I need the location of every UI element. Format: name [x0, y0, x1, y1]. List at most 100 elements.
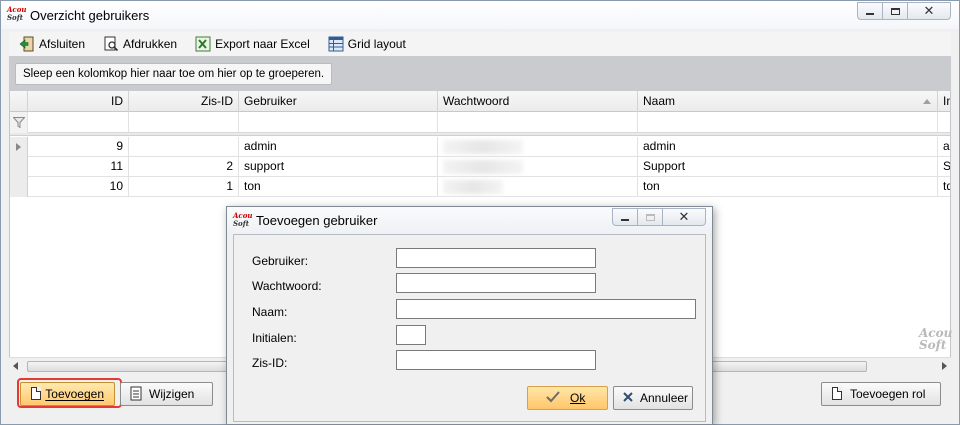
maximize-icon	[645, 213, 655, 221]
initialen-input[interactable]	[396, 325, 426, 345]
cell-naam: ton	[638, 177, 938, 197]
acousoft-watermark-logo: Acou Soft	[919, 326, 953, 352]
cancel-x-icon	[622, 391, 634, 406]
dialog-logo: Acou Soft	[233, 211, 253, 228]
restore-icon	[890, 7, 900, 15]
column-header-initialen[interactable]: In	[938, 91, 950, 112]
add-user-button[interactable]: Toevoegen	[20, 382, 115, 406]
add-role-label: Toevoegen rol	[850, 387, 926, 401]
export-excel-button[interactable]: Export naar Excel	[195, 36, 310, 52]
cell-gebruiker: ton	[239, 177, 438, 197]
new-document-icon	[29, 386, 41, 402]
cell-gebruiker: support	[239, 157, 438, 177]
column-header-wachtwoord[interactable]: Wachtwoord	[438, 91, 638, 112]
excel-icon	[195, 36, 211, 52]
cell-initialen: td	[943, 179, 950, 193]
cell-naam: admin	[638, 137, 938, 157]
cell-id: 10	[28, 177, 129, 197]
new-document-icon	[830, 386, 844, 402]
scroll-right-icon[interactable]	[942, 362, 947, 370]
add-user-label: Toevoegen	[45, 387, 104, 401]
close-icon: ✕	[923, 3, 935, 18]
cell-gebruiker: admin	[239, 137, 438, 157]
ok-button[interactable]: Ok	[527, 386, 608, 410]
table-row[interactable]: 9 admin admin ad	[10, 137, 950, 157]
cell-zis-id: 2	[129, 157, 239, 177]
exit-door-icon	[19, 36, 35, 52]
cell-zis-id	[129, 137, 239, 157]
naam-label: Naam:	[252, 305, 288, 319]
cell-zis-id: 1	[129, 177, 239, 197]
exit-button[interactable]: Afsluiten	[19, 36, 85, 52]
cancel-label: Annuleer	[640, 391, 689, 405]
grid-header: ID Zis-ID Gebruiker Wachtwoord Naam In	[10, 91, 950, 112]
row-indicator	[10, 137, 28, 157]
sort-ascending-icon	[923, 99, 931, 104]
group-by-panel[interactable]: Sleep een kolomkop hier naar toe om hier…	[9, 56, 951, 91]
gebruiker-input[interactable]	[396, 248, 596, 268]
exit-label: Afsluiten	[39, 37, 86, 51]
zis-id-input[interactable]	[396, 350, 596, 370]
gebruiker-label: Gebruiker:	[252, 254, 309, 268]
checkmark-icon	[546, 390, 560, 406]
grid-layout-button[interactable]: Grid layout	[328, 36, 406, 52]
filter-row	[10, 112, 950, 133]
table-row[interactable]: 10 1 ton ton td	[10, 177, 950, 197]
wachtwoord-input[interactable]	[396, 273, 596, 293]
wachtwoord-label: Wachtwoord:	[252, 279, 322, 293]
table-row[interactable]: 11 2 support Support SD	[10, 157, 950, 177]
cell-id: 9	[28, 137, 129, 157]
edit-user-label: Wijzigen	[149, 387, 195, 401]
initialen-label: Initialen:	[252, 331, 297, 345]
add-role-button[interactable]: Toevoegen rol	[821, 382, 941, 406]
column-header-naam-label: Naam	[643, 94, 676, 108]
filter-cell-wachtwoord[interactable]	[438, 112, 638, 133]
minimize-icon	[621, 219, 629, 221]
cell-wachtwoord-redacted	[438, 177, 638, 197]
close-icon: ✕	[678, 209, 690, 224]
filter-cell-indicator	[10, 112, 28, 133]
cell-wachtwoord-redacted	[438, 157, 638, 177]
export-excel-label: Export naar Excel	[215, 37, 310, 51]
redacted-password	[443, 140, 523, 154]
cell-id: 11	[28, 157, 129, 177]
minimize-button[interactable]	[857, 2, 883, 20]
print-button[interactable]: Afdrukken	[103, 36, 177, 52]
dialog-title-bar: Acou Soft Toevoegen gebruiker ✕	[227, 207, 712, 234]
print-label: Afdrukken	[123, 37, 178, 51]
dialog-maximize-button[interactable]	[637, 208, 663, 226]
column-header-naam[interactable]: Naam	[638, 91, 938, 112]
cell-naam: Support	[638, 157, 938, 177]
filter-cell-id[interactable]	[28, 112, 129, 133]
grid-separator	[10, 133, 950, 136]
cell-initialen: ad	[943, 139, 950, 153]
column-header-gebruiker[interactable]: Gebruiker	[239, 91, 438, 112]
grid-layout-icon	[328, 36, 344, 52]
filter-cell-gebruiker[interactable]	[239, 112, 438, 133]
dialog-minimize-button[interactable]	[612, 208, 638, 226]
naam-input[interactable]	[396, 299, 696, 319]
header-indicator	[10, 91, 28, 112]
current-row-icon	[16, 143, 21, 151]
column-header-zis-id[interactable]: Zis-ID	[129, 91, 239, 112]
dialog-close-button[interactable]: ✕	[662, 208, 706, 226]
window-title: Overzicht gebruikers	[30, 8, 150, 23]
filter-cell-naam[interactable]	[638, 112, 938, 133]
close-button[interactable]: ✕	[907, 2, 951, 20]
dialog-window-controls: ✕	[612, 208, 706, 226]
filter-cell-initialen[interactable]	[938, 112, 950, 133]
group-hint: Sleep een kolomkop hier naar toe om hier…	[15, 63, 333, 85]
minimize-icon	[866, 13, 874, 15]
redacted-password	[443, 160, 523, 174]
add-user-dialog: Acou Soft Toevoegen gebruiker ✕ Gebruike…	[226, 206, 713, 425]
cell-wachtwoord-redacted	[438, 137, 638, 157]
scroll-left-icon[interactable]	[13, 362, 18, 370]
cancel-button[interactable]: Annuleer	[613, 386, 693, 410]
column-header-id[interactable]: ID	[28, 91, 129, 112]
print-preview-icon	[103, 36, 119, 52]
toolbar: Afsluiten Afdrukken Export naar Excel Gr…	[9, 32, 951, 56]
edit-user-button[interactable]: Wijzigen	[120, 382, 213, 406]
restore-button[interactable]	[882, 2, 908, 20]
redacted-password	[443, 180, 503, 194]
filter-cell-zis-id[interactable]	[129, 112, 239, 133]
